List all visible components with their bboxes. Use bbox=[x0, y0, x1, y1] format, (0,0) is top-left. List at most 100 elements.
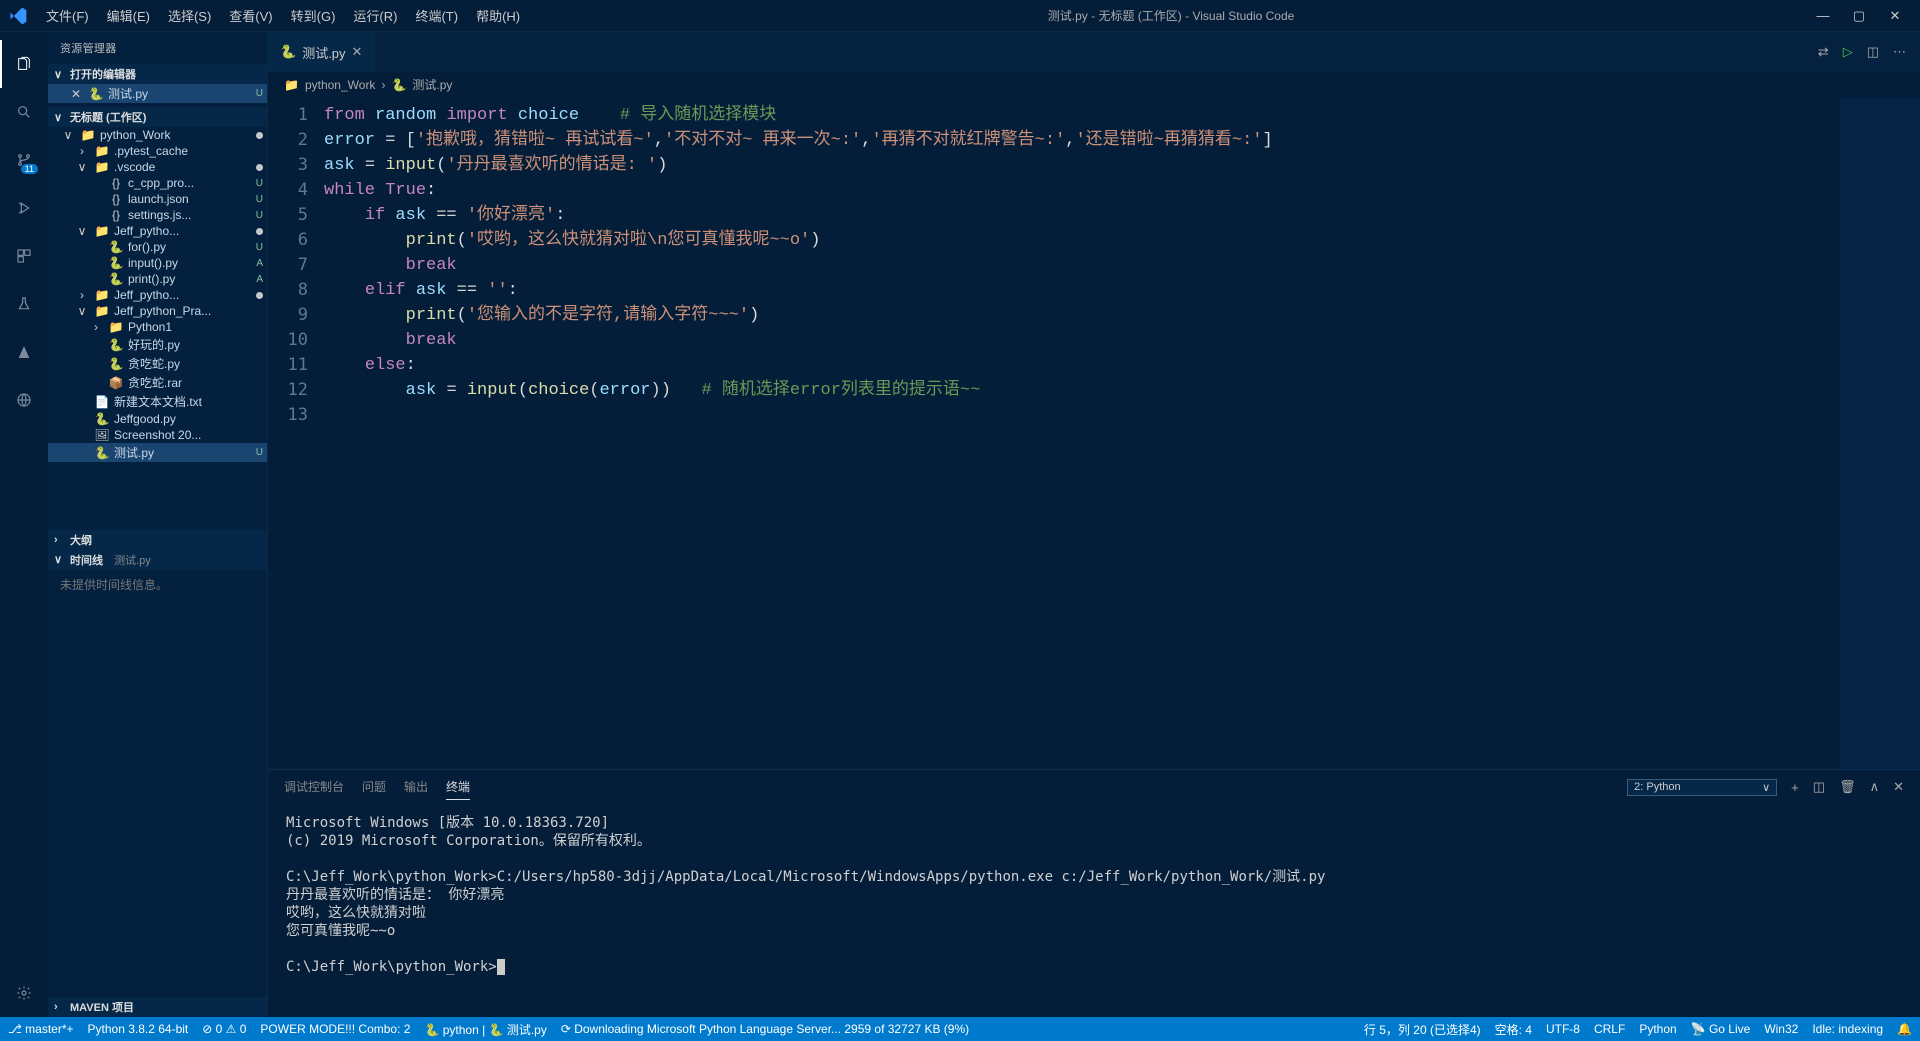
tree-row[interactable]: {}settings.js...U bbox=[48, 207, 267, 223]
status-item[interactable]: Python bbox=[1639, 1021, 1676, 1038]
status-item[interactable]: UTF-8 bbox=[1546, 1021, 1580, 1038]
open-editor-item[interactable]: ✕ 🐍 测试.py U bbox=[48, 84, 267, 103]
run-icon[interactable]: ▷ bbox=[1843, 44, 1853, 60]
tree-row[interactable]: {}c_cpp_pro...U bbox=[48, 175, 267, 191]
close-button[interactable]: ✕ bbox=[1886, 8, 1904, 24]
menu-item[interactable]: 选择(S) bbox=[160, 2, 219, 29]
menu-item[interactable]: 编辑(E) bbox=[99, 2, 158, 29]
status-item[interactable]: ⎇ master*+ bbox=[8, 1021, 74, 1038]
menu-item[interactable]: 查看(V) bbox=[221, 2, 280, 29]
activity-extensions[interactable] bbox=[0, 232, 48, 280]
maven-header[interactable]: ›MAVEN 项目 bbox=[48, 997, 267, 1017]
activity-remote[interactable] bbox=[0, 376, 48, 424]
menu-item[interactable]: 终端(T) bbox=[407, 2, 466, 29]
tree-row[interactable]: ›📁Python1 bbox=[48, 319, 267, 335]
tab-file[interactable]: 🐍 测试.py ✕ bbox=[268, 32, 375, 72]
status-item[interactable]: 空格: 4 bbox=[1495, 1021, 1532, 1038]
workspace-header[interactable]: ∨无标题 (工作区) bbox=[48, 107, 267, 127]
tree-row[interactable]: 📄新建文本文档.txt bbox=[48, 392, 267, 411]
status-item[interactable]: Win32 bbox=[1764, 1021, 1798, 1038]
split-editor-icon[interactable]: ◫ bbox=[1867, 44, 1879, 60]
tree-row[interactable]: 🖼Screenshot 20... bbox=[48, 427, 267, 443]
trash-icon[interactable]: 🗑 bbox=[1839, 779, 1856, 795]
tree-row[interactable]: 🐍for().pyU bbox=[48, 239, 267, 255]
panel-close-icon[interactable]: ✕ bbox=[1893, 779, 1904, 795]
panel-tab[interactable]: 输出 bbox=[404, 774, 428, 800]
panel-tab[interactable]: 调试控制台 bbox=[284, 774, 344, 800]
activity-debug[interactable] bbox=[0, 184, 48, 232]
timeline-empty: 未提供时间线信息。 bbox=[48, 570, 267, 599]
tree-row[interactable]: 🐍Jeffgood.py bbox=[48, 411, 267, 427]
tree-row[interactable]: 📦贪吃蛇.rar bbox=[48, 373, 267, 392]
status-item[interactable]: 🔔 bbox=[1897, 1021, 1912, 1038]
chevron-icon[interactable]: ∨ bbox=[60, 128, 76, 142]
chevron-icon[interactable]: ∨ bbox=[74, 304, 90, 318]
tree-row[interactable]: 🐍贪吃蛇.py bbox=[48, 354, 267, 373]
menu-item[interactable]: 转到(G) bbox=[283, 2, 344, 29]
minimap[interactable] bbox=[1840, 97, 1920, 769]
file-icon: 🐍 bbox=[108, 338, 124, 352]
timeline-header[interactable]: ∨时间线 测试.py bbox=[48, 550, 267, 570]
new-terminal-icon[interactable]: + bbox=[1791, 780, 1799, 795]
terminal-select[interactable]: 2: Python∨ bbox=[1627, 779, 1777, 796]
files-icon bbox=[16, 56, 32, 72]
status-item[interactable]: 🐍 python | 🐍 测试.py bbox=[424, 1021, 546, 1038]
tree-row[interactable]: ∨📁Jeff_python_Pra... bbox=[48, 303, 267, 319]
status-item[interactable]: CRLF bbox=[1594, 1021, 1625, 1038]
chevron-icon[interactable]: › bbox=[88, 320, 104, 334]
menu-item[interactable]: 帮助(H) bbox=[468, 2, 528, 29]
tree-row[interactable]: ∨📁.vscode bbox=[48, 159, 267, 175]
panel-tab[interactable]: 终端 bbox=[446, 774, 470, 800]
tree-row[interactable]: 🐍好玩的.py bbox=[48, 335, 267, 354]
outline-header[interactable]: ›大纲 bbox=[48, 530, 267, 550]
code-content[interactable]: from random import choice # 导入随机选择模块erro… bbox=[324, 97, 1840, 769]
chevron-icon[interactable]: › bbox=[74, 144, 90, 158]
tree-row[interactable]: 🐍测试.pyU bbox=[48, 443, 267, 462]
activity-explorer[interactable] bbox=[0, 40, 48, 88]
minimize-button[interactable]: — bbox=[1814, 8, 1832, 24]
tree-row[interactable]: ›📁Jeff_pytho... bbox=[48, 287, 267, 303]
status-item[interactable]: ⊘ 0 ⚠ 0 bbox=[202, 1021, 246, 1038]
chevron-icon[interactable]: ∨ bbox=[74, 160, 90, 174]
editor[interactable]: 12345678910111213 from random import cho… bbox=[268, 97, 1920, 769]
chevron-up-icon[interactable]: ∧ bbox=[1870, 779, 1880, 795]
globe-icon bbox=[16, 392, 32, 408]
tree-row[interactable]: 🐍print().pyA bbox=[48, 271, 267, 287]
compare-icon[interactable]: ⇄ bbox=[1818, 44, 1829, 60]
chevron-icon[interactable]: ∨ bbox=[74, 224, 90, 238]
status-item[interactable]: POWER MODE!!! Combo: 2 bbox=[260, 1021, 410, 1038]
more-icon[interactable]: ⋯ bbox=[1893, 44, 1906, 60]
panel-tab[interactable]: 问题 bbox=[362, 774, 386, 800]
activity-settings[interactable] bbox=[0, 969, 48, 1017]
status-item[interactable]: Idle: indexing bbox=[1812, 1021, 1883, 1038]
terminal-output[interactable]: Microsoft Windows [版本 10.0.18363.720] (c… bbox=[268, 804, 1920, 1017]
tree-row[interactable]: ∨📁python_Work bbox=[48, 127, 267, 143]
activity-test[interactable] bbox=[0, 280, 48, 328]
tree-row[interactable]: {}launch.jsonU bbox=[48, 191, 267, 207]
maximize-button[interactable]: ▢ bbox=[1850, 8, 1868, 24]
menu-item[interactable]: 文件(F) bbox=[38, 2, 97, 29]
panel: 调试控制台问题输出终端 2: Python∨ + ◫ 🗑 ∧ ✕ Microso… bbox=[268, 769, 1920, 1017]
tree-row[interactable]: ∨📁Jeff_pytho... bbox=[48, 223, 267, 239]
activity-search[interactable] bbox=[0, 88, 48, 136]
split-terminal-icon[interactable]: ◫ bbox=[1813, 779, 1825, 795]
open-editors-header[interactable]: ∨打开的编辑器 bbox=[48, 64, 267, 84]
tree-row[interactable]: ›📁.pytest_cache bbox=[48, 143, 267, 159]
tree-row[interactable]: 🐍input().pyA bbox=[48, 255, 267, 271]
tab-close-icon[interactable]: ✕ bbox=[352, 44, 363, 60]
file-icon: 📄 bbox=[94, 395, 110, 409]
close-icon[interactable]: ✕ bbox=[68, 87, 84, 101]
chevron-icon[interactable]: › bbox=[74, 288, 90, 302]
status-item[interactable]: Python 3.8.2 64-bit bbox=[88, 1021, 189, 1038]
status-item[interactable]: 行 5，列 20 (已选择4) bbox=[1364, 1021, 1481, 1038]
menu-item[interactable]: 运行(R) bbox=[345, 2, 405, 29]
file-icon: 📁 bbox=[94, 160, 110, 174]
window-title: 测试.py - 无标题 (工作区) - Visual Studio Code bbox=[528, 7, 1814, 24]
status-item[interactable]: ⟳ Downloading Microsoft Python Language … bbox=[561, 1021, 969, 1038]
activity-scm[interactable]: 11 bbox=[0, 136, 48, 184]
status-item[interactable]: 📡 Go Live bbox=[1691, 1021, 1751, 1038]
window-controls: — ▢ ✕ bbox=[1814, 8, 1912, 24]
file-icon: 🐍 bbox=[108, 240, 124, 254]
breadcrumb[interactable]: 📁 python_Work › 🐍 测试.py bbox=[268, 72, 1920, 97]
activity-azure[interactable] bbox=[0, 328, 48, 376]
